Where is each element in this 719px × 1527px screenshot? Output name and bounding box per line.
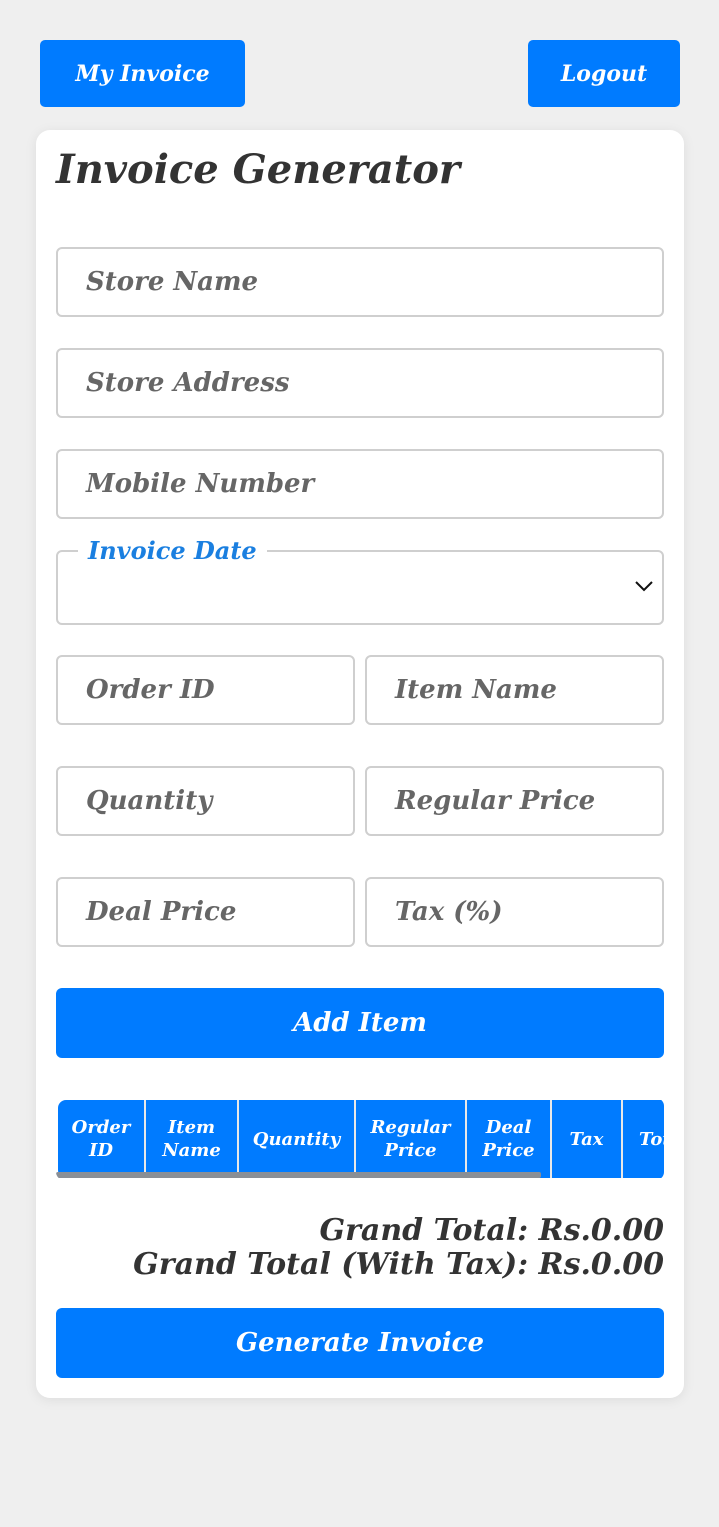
my-invoice-button[interactable]: My Invoice [40, 40, 245, 107]
deal-price-input[interactable]: Deal Price [56, 877, 355, 947]
store-name-input[interactable]: Store Name [56, 247, 664, 317]
tax-input[interactable]: Tax (%) [365, 877, 664, 947]
order-id-input[interactable]: Order ID [56, 655, 355, 725]
store-address-input[interactable]: Store Address [56, 348, 664, 418]
grand-total-with-tax: Grand Total (With Tax): Rs.0.00 [133, 1247, 664, 1282]
column-header-order-id: Order ID [58, 1100, 146, 1178]
quantity-input[interactable]: Quantity [56, 766, 355, 836]
items-table: Order ID Item Name Quantity Regular Pric… [56, 1098, 664, 1180]
table-header: Order ID Item Name Quantity Regular Pric… [58, 1100, 664, 1178]
column-header-item-name: Item Name [146, 1100, 239, 1178]
regular-price-input[interactable]: Regular Price [365, 766, 664, 836]
invoice-date-select[interactable]: Invoice Date [56, 536, 664, 625]
add-item-button[interactable]: Add Item [56, 988, 664, 1058]
invoice-date-label: Invoice Date [78, 536, 267, 565]
column-header-deal-price: Deal Price [467, 1100, 552, 1178]
column-header-total: Total [639, 1128, 664, 1150]
column-header-regular-price: Regular Price [356, 1100, 467, 1178]
generate-invoice-button[interactable]: Generate Invoice [56, 1308, 664, 1378]
column-header-tax: Tax [552, 1100, 623, 1178]
item-name-input[interactable]: Item Name [365, 655, 664, 725]
logout-button[interactable]: Logout [528, 40, 680, 107]
invoice-card: Invoice Generator Store Name Store Addre… [36, 130, 684, 1398]
table-horizontal-scrollbar[interactable] [56, 1172, 541, 1178]
chevron-down-icon[interactable] [634, 579, 654, 593]
column-header-quantity: Quantity [239, 1100, 356, 1178]
grand-total: Grand Total: Rs.0.00 [319, 1213, 664, 1248]
page-title: Invoice Generator [56, 146, 461, 193]
totals-block: Grand Total: Rs.0.00 Grand Total (With T… [133, 1214, 664, 1282]
mobile-number-input[interactable]: Mobile Number [56, 449, 664, 519]
